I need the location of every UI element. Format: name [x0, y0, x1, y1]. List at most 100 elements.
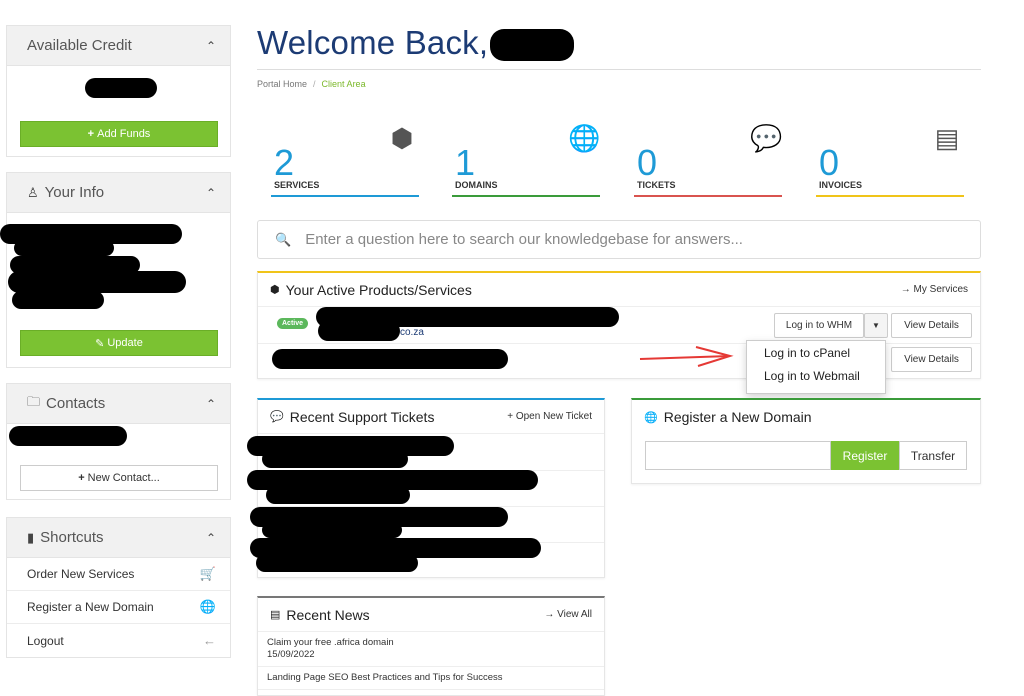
stat-value: 0: [819, 142, 840, 183]
your-info-title: Your Info: [44, 184, 105, 201]
add-funds-button[interactable]: + Add Funds: [20, 121, 218, 147]
view-details-button[interactable]: View Details: [891, 347, 972, 372]
my-services-label: My Services: [913, 284, 968, 295]
page-title: Welcome Back,: [257, 24, 488, 62]
my-services-link[interactable]: → My Services: [901, 284, 968, 295]
redacted-info-line-4: [8, 271, 186, 293]
shortcuts-panel: ▮ Shortcuts ⌃ Order New Services 🛒 Regis…: [6, 517, 231, 658]
breadcrumb-separator: /: [313, 79, 316, 89]
stat-tile-domains[interactable]: 🌐 1 DOMAINS: [438, 115, 602, 197]
view-details-label: View Details: [904, 320, 959, 331]
news-item[interactable]: Landing Page SEO Best Practices and Tips…: [258, 667, 604, 690]
plus-icon: +: [78, 472, 85, 484]
stat-value: 0: [637, 142, 658, 183]
breadcrumb-current: Client Area: [321, 79, 366, 89]
redacted-product-2: [272, 349, 508, 369]
globe-icon: 🌐: [568, 123, 601, 153]
recent-news-header: ▤ Recent News → View All: [258, 598, 604, 632]
plus-icon: +: [87, 128, 95, 140]
recent-tickets-header: 💬 Recent Support Tickets + Open New Tick…: [258, 400, 604, 434]
comments-icon: 💬: [750, 123, 783, 153]
redacted-ticket-4b: [256, 554, 418, 572]
redacted-username: [490, 29, 574, 61]
transfer-button[interactable]: Transfer: [899, 441, 967, 470]
globe-icon: 🌐: [199, 599, 216, 614]
domain-search-input[interactable]: [645, 441, 831, 470]
shortcut-label: Order New Services: [27, 567, 135, 581]
shortcuts-header[interactable]: ▮ Shortcuts ⌃: [7, 518, 230, 558]
register-domain-header: 🌐 Register a New Domain: [632, 400, 980, 434]
transfer-label: Transfer: [910, 448, 956, 463]
your-info-header[interactable]: ♙ Your Info ⌃: [7, 173, 230, 213]
stat-value: 1: [455, 142, 476, 183]
arrow-left-icon: ←: [203, 633, 216, 648]
breadcrumb: Portal Home / Client Area: [257, 79, 366, 89]
stat-bar: [634, 195, 782, 197]
title-divider: [257, 69, 981, 70]
user-icon: ♙: [27, 184, 39, 200]
register-button[interactable]: Register: [831, 441, 899, 470]
shortcut-logout[interactable]: Logout ←: [7, 624, 230, 657]
stat-label: DOMAINS: [455, 180, 498, 190]
chevron-up-icon[interactable]: ⌃: [206, 531, 216, 545]
chevron-up-icon[interactable]: ⌃: [206, 397, 216, 411]
stat-tile-services[interactable]: ⬢ 2 SERVICES: [257, 115, 421, 197]
view-all-label: View All: [557, 609, 592, 620]
shortcut-register-domain[interactable]: Register a New Domain 🌐: [7, 591, 230, 624]
search-placeholder: Enter a question here to search our know…: [305, 231, 743, 248]
redacted-product-domain: [318, 321, 400, 341]
news-title: Landing Page SEO Best Practices and Tips…: [267, 672, 503, 683]
recent-news-card: ▤ Recent News → View All Claim your free…: [257, 596, 605, 696]
stat-bar: [816, 195, 964, 197]
open-new-ticket-link[interactable]: + Open New Ticket: [507, 411, 592, 422]
redacted-ticket-3b: [262, 522, 402, 538]
folder-icon: 🗀: [27, 393, 41, 409]
credit-card-icon: ▤: [934, 123, 960, 153]
shortcut-label: Logout: [27, 633, 64, 648]
login-whm-button[interactable]: Log in to WHM: [774, 313, 864, 338]
redacted-credit-amount: [85, 78, 157, 98]
redacted-info-line-5: [12, 291, 104, 309]
login-cpanel-item[interactable]: Log in to cPanel: [747, 341, 885, 364]
stat-value: 2: [274, 142, 295, 183]
stat-label: INVOICES: [819, 180, 863, 190]
welcome-text: Welcome Back,: [257, 24, 489, 61]
chevron-up-icon[interactable]: ⌃: [206, 186, 216, 200]
redacted-ticket-1b: [262, 450, 408, 468]
cart-icon: 🛒: [199, 566, 216, 581]
view-details-button[interactable]: View Details: [891, 313, 972, 338]
update-button[interactable]: ✎ Update: [20, 330, 218, 356]
login-dropdown-toggle[interactable]: ▼: [864, 313, 888, 338]
update-label: Update: [107, 337, 143, 349]
view-details-label: View Details: [904, 354, 959, 365]
news-title: Claim your free .africa domain: [267, 637, 394, 648]
redacted-ticket-2b: [266, 486, 410, 504]
pencil-icon: ✎: [95, 337, 105, 350]
status-badge: Active: [277, 318, 309, 329]
redacted-contact: [9, 426, 127, 446]
knowledgebase-search-input[interactable]: 🔍 Enter a question here to search our kn…: [257, 220, 981, 259]
breadcrumb-home[interactable]: Portal Home: [257, 79, 307, 89]
new-contact-label: New Contact...: [87, 472, 160, 484]
new-contact-button[interactable]: + New Contact...: [20, 465, 218, 491]
register-label: Register: [842, 448, 888, 463]
login-webmail-item[interactable]: Log in to Webmail: [747, 364, 885, 387]
active-products-header: ⬢ Your Active Products/Services → My Ser…: [258, 273, 980, 307]
news-date: 15/09/2022: [267, 649, 315, 660]
shortcuts-title: Shortcuts: [40, 529, 104, 546]
recent-news-title: Recent News: [286, 606, 370, 623]
stat-bar: [271, 195, 419, 197]
news-item[interactable]: Claim your free .africa domain 15/09/202…: [258, 632, 604, 667]
available-credit-header[interactable]: Available Credit ⌃: [7, 26, 230, 66]
redacted-info-line-2: [14, 240, 114, 256]
stat-tile-tickets[interactable]: 💬 0 TICKETS: [620, 115, 784, 197]
chevron-up-icon[interactable]: ⌃: [206, 39, 216, 53]
product-domain-suffix[interactable]: co.za: [400, 327, 424, 338]
view-all-news-link[interactable]: → View All: [544, 609, 592, 620]
shortcut-order-new-services[interactable]: Order New Services 🛒: [7, 558, 230, 591]
stat-tile-invoices[interactable]: ▤ 0 INVOICES: [802, 115, 966, 197]
recent-tickets-title: Recent Support Tickets: [289, 408, 435, 425]
contacts-header[interactable]: 🗀 Contacts ⌃: [7, 384, 230, 424]
register-domain-title: Register a New Domain: [663, 409, 812, 425]
login-whm-label: Log in to WHM: [785, 320, 853, 331]
